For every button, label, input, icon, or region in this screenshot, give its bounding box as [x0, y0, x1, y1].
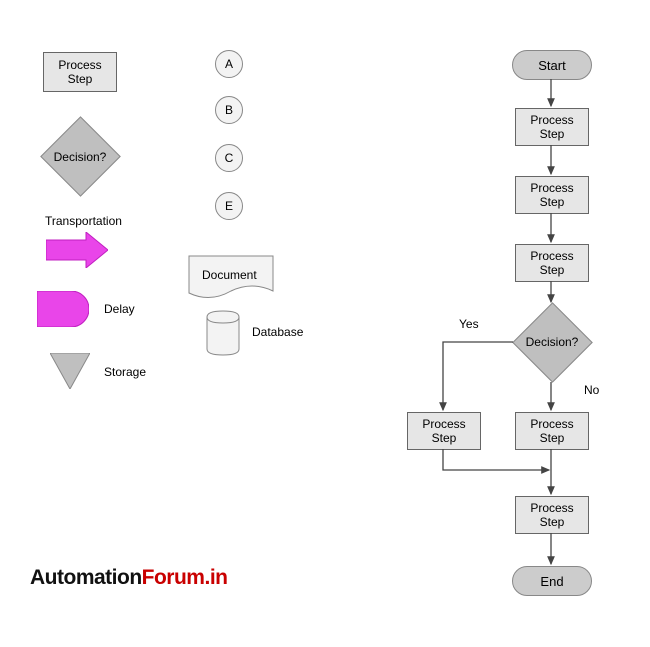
legend-connector-b: B — [215, 96, 243, 124]
flow-yes-label: Yes — [459, 317, 479, 331]
flow-no-label: No — [584, 383, 599, 397]
legend-decision-diamond — [40, 116, 121, 197]
legend-database-label: Database — [252, 325, 303, 339]
flow-step-yes: Process Step — [407, 412, 481, 450]
legend-connector-a-label: A — [225, 57, 233, 71]
flow-step-2: Process Step — [515, 176, 589, 214]
flow-step-no-label: Process Step — [530, 417, 573, 446]
legend-connector-e-label: E — [225, 199, 233, 213]
flow-step-3-label: Process Step — [530, 249, 573, 278]
flow-step-no: Process Step — [515, 412, 589, 450]
flow-step-merge: Process Step — [515, 496, 589, 534]
flow-step-3: Process Step — [515, 244, 589, 282]
watermark-part2: Forum.in — [142, 566, 228, 589]
flow-step-2-label: Process Step — [530, 181, 573, 210]
watermark-part1: Automation — [30, 566, 142, 589]
transportation-arrow-icon — [46, 232, 108, 268]
legend-transportation-label: Transportation — [45, 214, 122, 228]
legend-connector-c-label: C — [225, 151, 234, 165]
flow-end-label: End — [540, 574, 563, 589]
legend-document-label: Document — [202, 268, 257, 282]
database-cylinder-icon — [206, 310, 240, 356]
flow-decision — [512, 302, 593, 383]
storage-triangle-icon — [50, 353, 90, 389]
flow-start-label: Start — [538, 58, 565, 73]
legend-storage-label: Storage — [104, 365, 146, 379]
legend-connector-c: C — [215, 144, 243, 172]
legend-process-step: Process Step — [43, 52, 117, 92]
legend-connector-b-label: B — [225, 103, 233, 117]
legend-connector-e: E — [215, 192, 243, 220]
flow-step-merge-label: Process Step — [530, 501, 573, 530]
flow-step-1: Process Step — [515, 108, 589, 146]
legend-delay-label: Delay — [104, 302, 135, 316]
flow-step-yes-label: Process Step — [422, 417, 465, 446]
delay-shape-icon — [37, 291, 89, 327]
legend-process-step-label: Process Step — [58, 58, 101, 87]
flow-end: End — [512, 566, 592, 596]
legend-connector-a: A — [215, 50, 243, 78]
flow-step-1-label: Process Step — [530, 113, 573, 142]
watermark: AutomationForum.in — [30, 566, 227, 590]
flow-start: Start — [512, 50, 592, 80]
